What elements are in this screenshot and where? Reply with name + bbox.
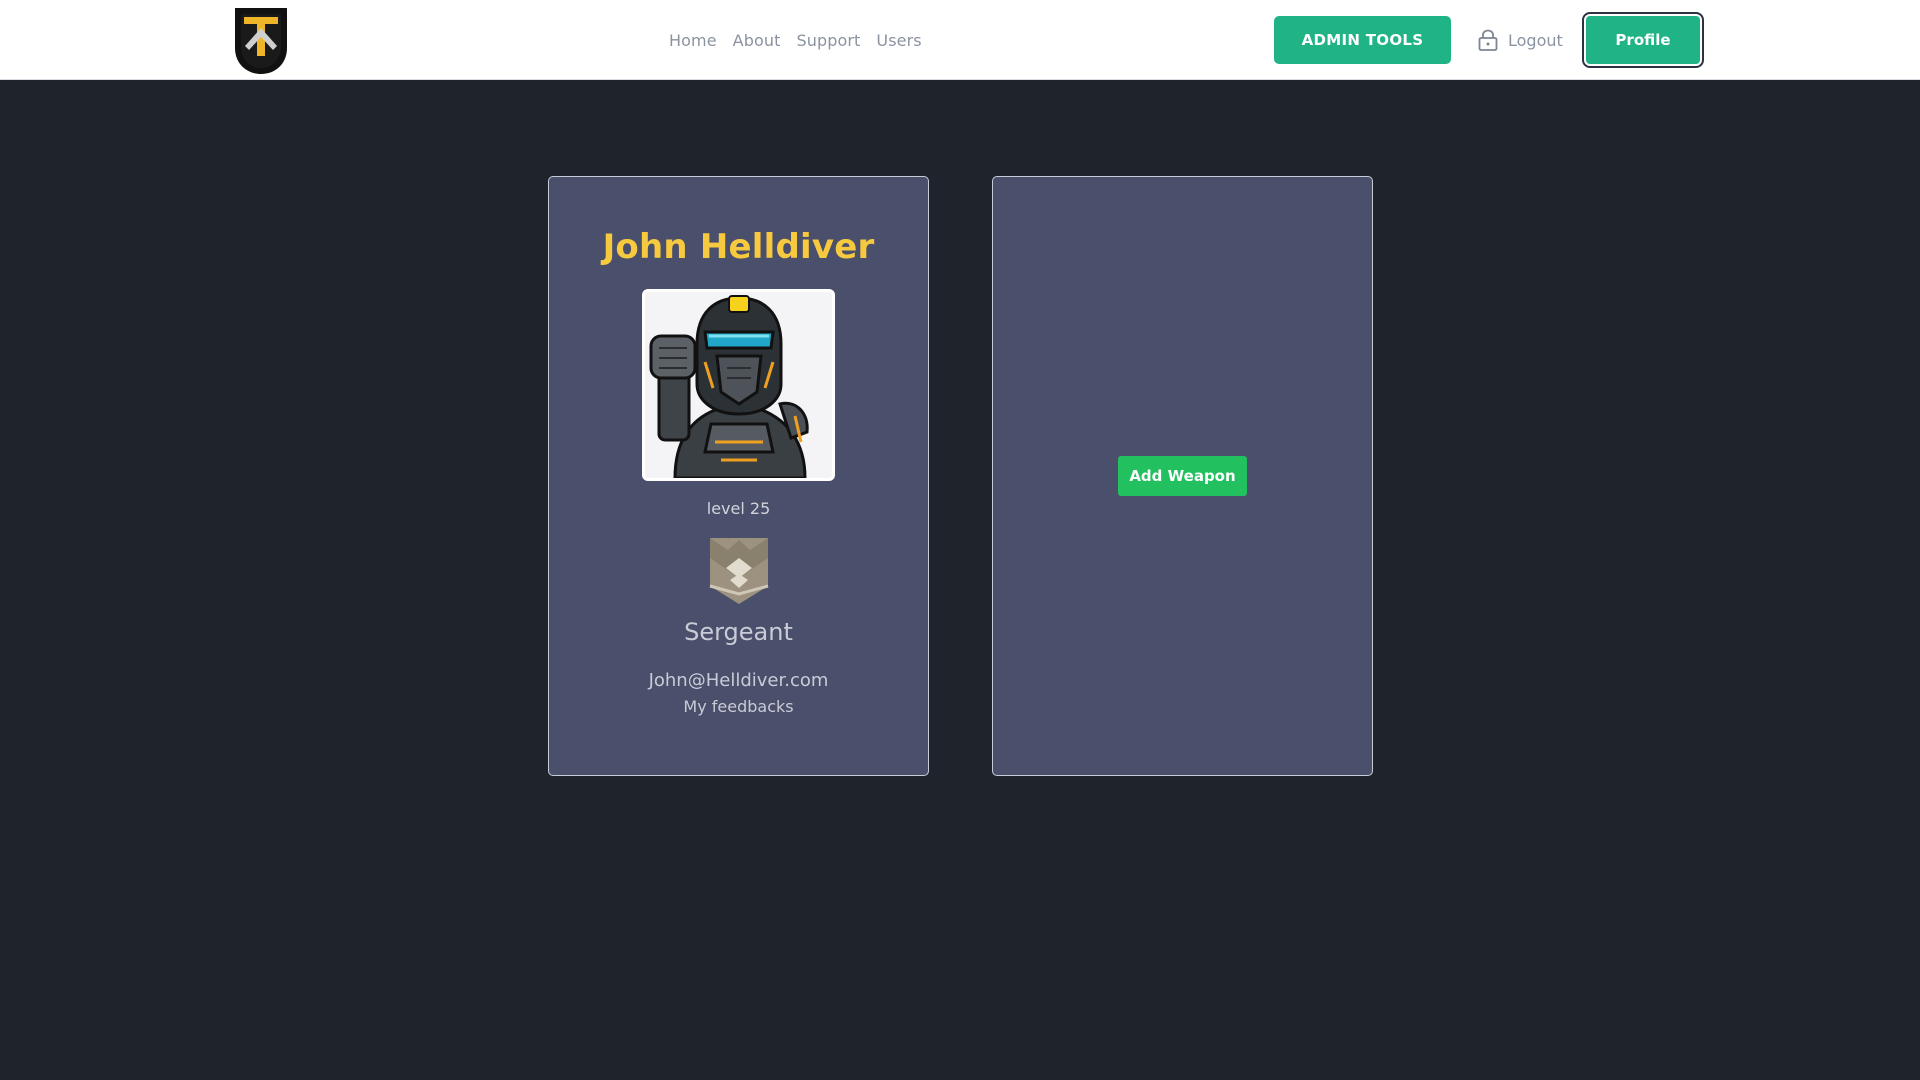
add-weapon-button[interactable]: Add Weapon (1118, 456, 1247, 496)
rank-badge-icon (709, 538, 769, 604)
admin-tools-button[interactable]: ADMIN TOOLS (1274, 16, 1451, 64)
rank-label: Sergeant (684, 618, 793, 646)
profile-button[interactable]: Profile (1582, 12, 1704, 68)
email-label: John@Helldiver.com (648, 670, 829, 691)
my-feedbacks-link[interactable]: My feedbacks (549, 697, 928, 716)
logout-link[interactable]: Logout (1478, 28, 1563, 52)
logout-label: Logout (1508, 30, 1563, 50)
main-nav: Home About Support Users (669, 28, 922, 52)
top-navbar: Home About Support Users ADMIN TOOLS Log… (0, 0, 1920, 80)
profile-name: John Helldiver (602, 227, 875, 267)
nav-home-link[interactable]: Home (669, 31, 717, 50)
nav-support-link[interactable]: Support (796, 31, 860, 50)
shield-logo-icon[interactable] (233, 6, 289, 76)
nav-about-link[interactable]: About (733, 31, 781, 50)
nav-users-link[interactable]: Users (876, 31, 921, 50)
weapons-card: Add Weapon (992, 176, 1373, 776)
profile-card: John Helldiver level 25 Sergeant John@He… (548, 176, 929, 776)
helldiver-avatar-icon (649, 295, 809, 478)
level-label: level 25 (706, 499, 771, 518)
avatar (642, 289, 835, 481)
lock-icon (1478, 29, 1498, 51)
